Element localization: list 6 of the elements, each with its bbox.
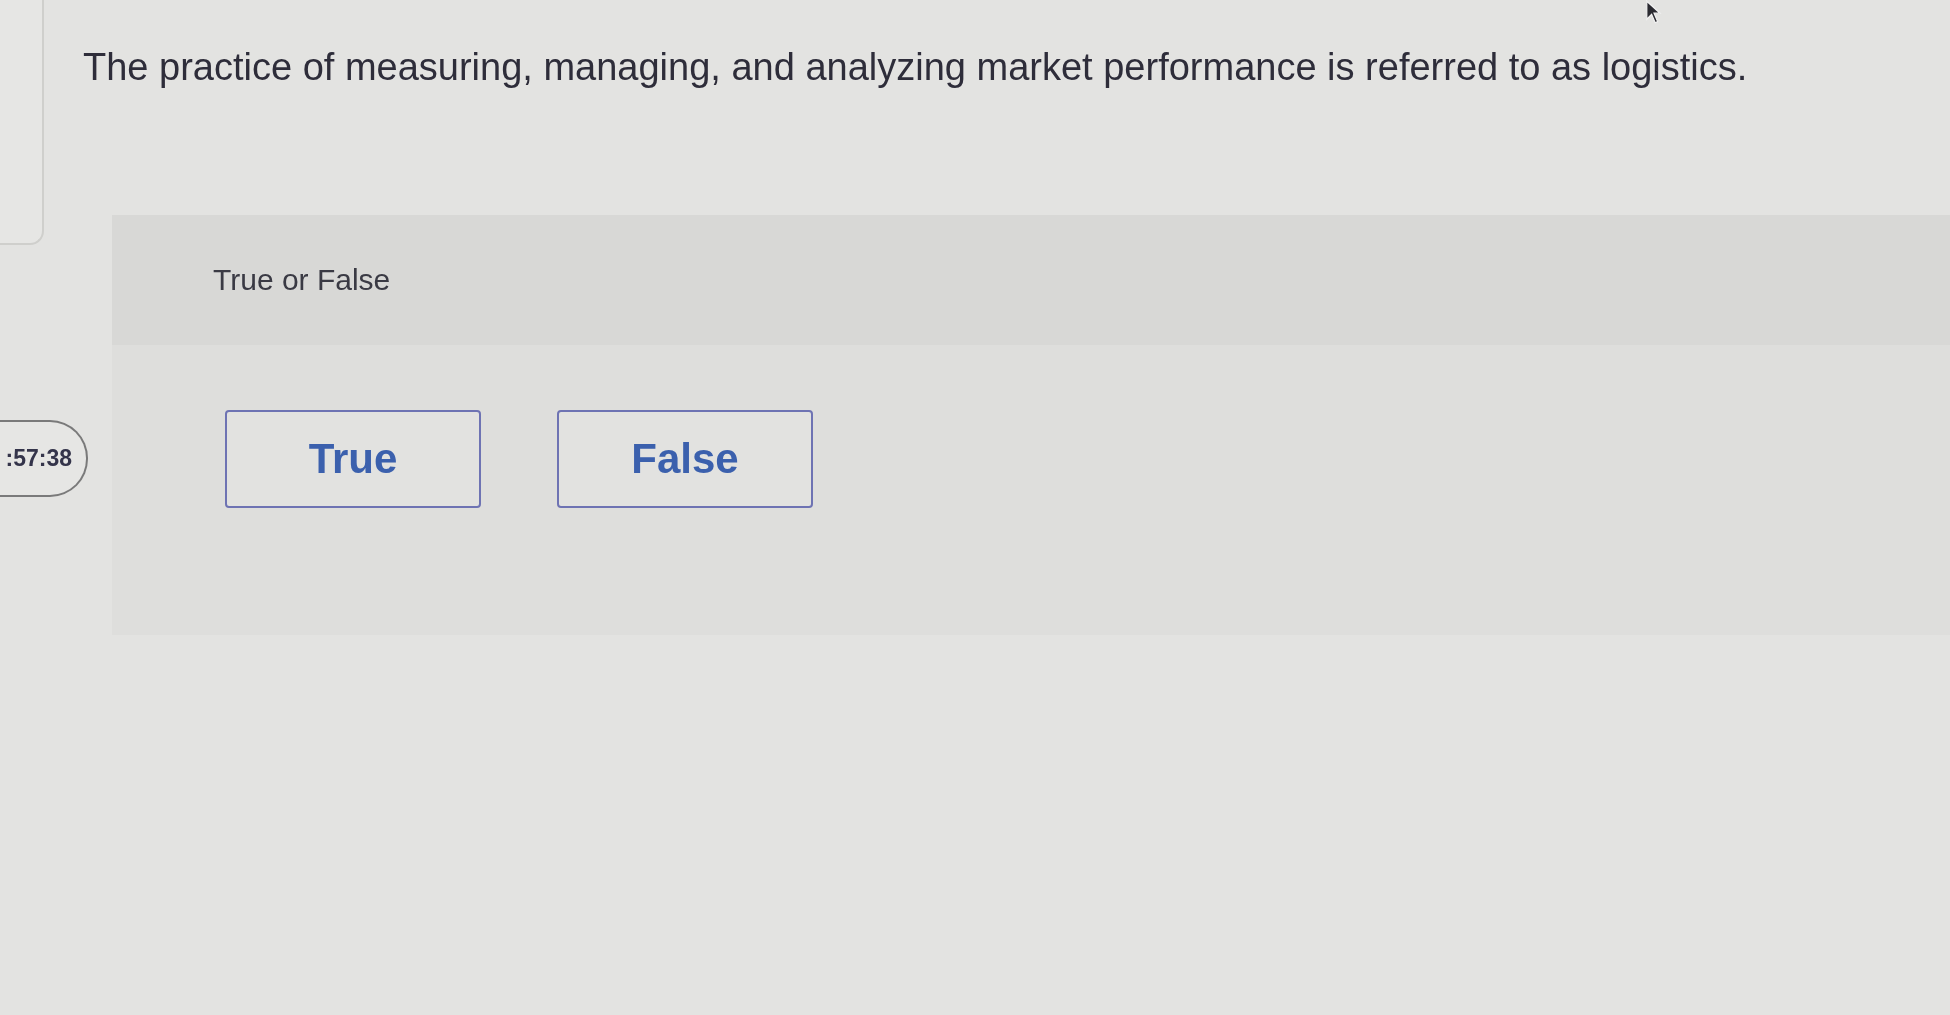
answer-option-button[interactable]: True — [225, 410, 481, 508]
timer-badge: :57:38 — [0, 420, 88, 497]
answer-option-button[interactable]: False — [557, 410, 813, 508]
question-text: The practice of measuring, managing, and analyzing market performance is referred to as logistics. — [83, 46, 1748, 89]
mouse-pointer-icon — [1645, 0, 1663, 24]
prompt-text: True or False — [213, 263, 391, 297]
